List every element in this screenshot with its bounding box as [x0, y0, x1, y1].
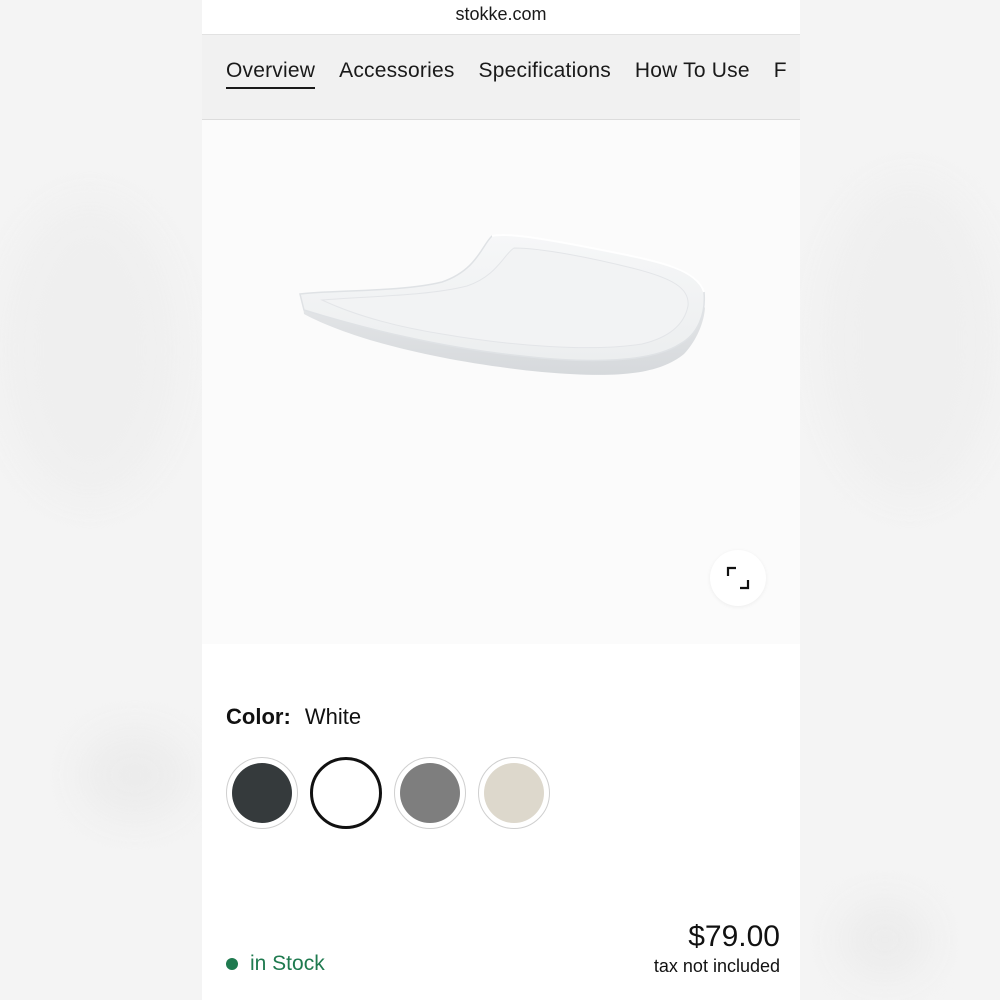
tax-note: tax not included [653, 956, 780, 976]
swatch-beige-fill [484, 763, 544, 823]
tab-specifications[interactable]: Specifications [479, 59, 611, 89]
color-selection-label: Color: White [226, 704, 361, 730]
fullscreen-button[interactable] [710, 550, 766, 606]
swatch-white[interactable] [310, 757, 382, 829]
address-bar[interactable]: stokke.com [202, 0, 800, 34]
stock-text: in Stock [250, 952, 325, 975]
tab-overview[interactable]: Overview [226, 59, 316, 89]
swatch-white-fill [315, 762, 377, 824]
background-blur-shape [820, 180, 1000, 500]
swatch-beige[interactable] [478, 757, 550, 829]
color-swatches [226, 757, 550, 829]
nav-tabs: Overview Accessories Specifications How … [226, 59, 787, 89]
swatch-black-fill [232, 763, 292, 823]
product-section-nav: Overview Accessories Specifications How … [202, 34, 800, 121]
mobile-page: stokke.com Overview Accessories Specific… [202, 0, 800, 1000]
swatch-grey[interactable] [394, 757, 466, 829]
swatch-grey-fill [400, 763, 460, 823]
tab-accessories[interactable]: Accessories [339, 59, 454, 89]
color-label: Color: [226, 704, 291, 729]
expand-icon [726, 566, 750, 590]
tab-how-to-use[interactable]: How To Use [635, 59, 750, 89]
selected-color-name: White [304, 704, 362, 729]
price: $79.00 [688, 920, 780, 953]
price-block: $79.00 tax not included [654, 920, 780, 977]
url-text: stokke.com [455, 4, 547, 24]
stock-status: in Stock [226, 952, 325, 976]
product-image-gallery[interactable] [202, 120, 800, 644]
tab-truncated[interactable]: F [774, 59, 787, 89]
background-blur-shape [840, 900, 930, 980]
background-blur-shape [80, 730, 190, 820]
background-blur-shape [0, 200, 180, 500]
product-image-tray [299, 233, 706, 375]
stock-indicator-dot [226, 958, 238, 970]
swatch-black[interactable] [226, 757, 298, 829]
